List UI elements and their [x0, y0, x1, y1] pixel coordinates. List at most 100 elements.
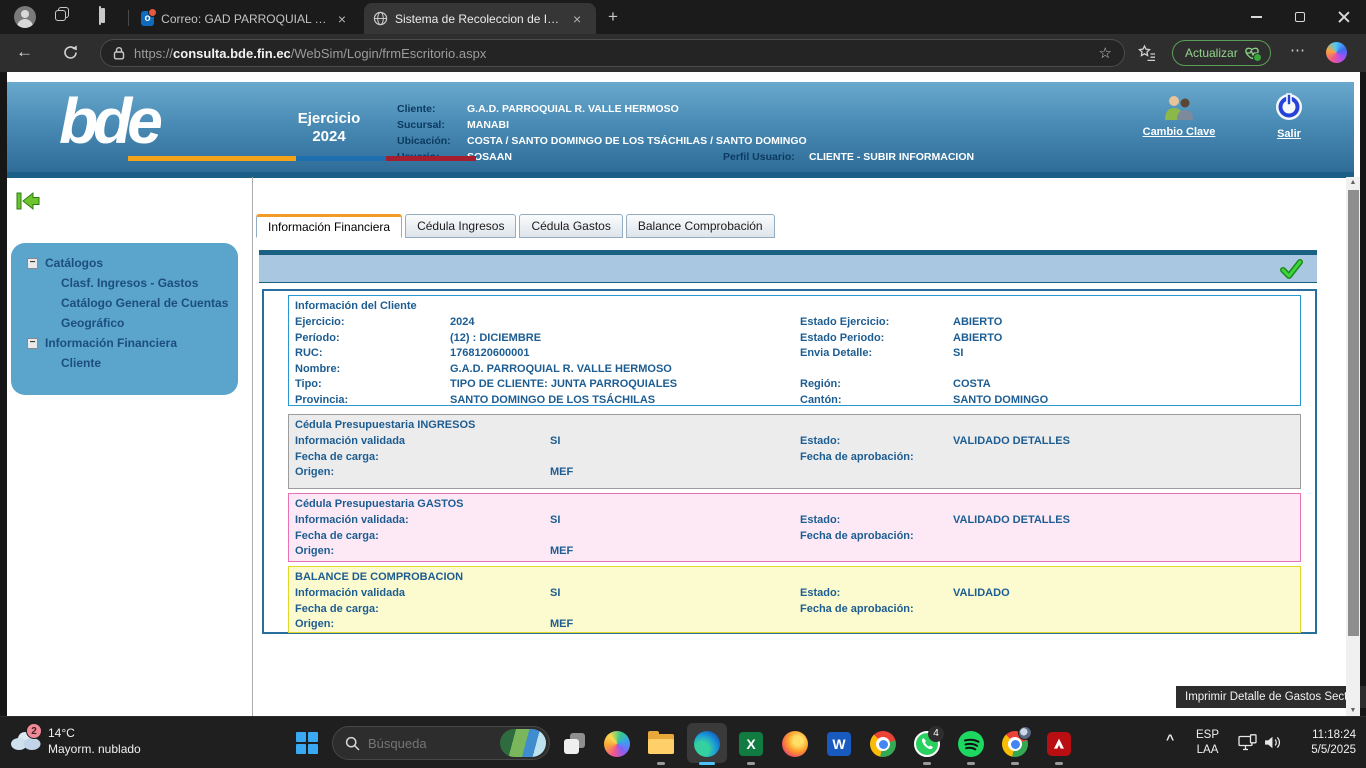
bookmark-star-icon[interactable]: ☆: [1099, 44, 1112, 62]
address-bar[interactable]: https://consulta.bde.fin.ec/WebSim/Login…: [100, 39, 1125, 67]
weather-widget[interactable]: 2 14°C Mayorm. nublado: [8, 725, 141, 757]
collapse-menu-button[interactable]: [15, 190, 41, 217]
sidebar-item-cliente[interactable]: Cliente: [11, 353, 238, 373]
sidebar-item-clasf-ingresos-gastos[interactable]: Clasf. Ingresos - Gastos: [11, 273, 238, 293]
field-ubicacion: Ubicación: COSTA / SANTO DOMINGO DE LOS …: [397, 133, 974, 149]
taskbar-search[interactable]: [332, 726, 550, 760]
minimize-button[interactable]: [1234, 0, 1278, 34]
sidebar-item-geografico[interactable]: Geográfico: [11, 313, 238, 333]
tray-date: 5/5/2025: [1311, 744, 1356, 756]
tooltip: Imprimir Detalle de Gastos Sector: [1176, 686, 1366, 708]
web-page: bde Ejercicio 2024 Cliente: G.A.D. PARRO…: [0, 72, 1366, 716]
info-row: Origen:MEF: [295, 544, 1300, 560]
client-info-panel: Información del Cliente Ejercicio:2024 E…: [288, 295, 1301, 406]
cambio-clave-link[interactable]: Cambio Clave: [1135, 94, 1223, 138]
back-button[interactable]: ←: [16, 42, 33, 62]
browser-menu-icon[interactable]: ⋯: [1290, 41, 1306, 59]
browser-tab-bar: o Correo: GAD PARROQUIAL VALLE × Sistema…: [0, 0, 1366, 34]
validation-toolbar: [259, 250, 1317, 283]
cedula-gastos-panel: Cédula Presupuestaria GASTOS Información…: [288, 493, 1301, 562]
salir-link[interactable]: Salir: [1259, 92, 1319, 140]
tab-cedula-ingresos[interactable]: Cédula Ingresos: [405, 214, 516, 238]
users-icon: [1162, 94, 1196, 120]
bde-logo: bde: [59, 84, 158, 158]
scroll-down-icon[interactable]: ▼: [1346, 707, 1360, 714]
info-row: Provincia:SANTO DOMINGO DE LOS TSÁCHILAS…: [295, 393, 1300, 409]
tab-correo[interactable]: o Correo: GAD PARROQUIAL VALLE ×: [132, 3, 358, 34]
panel-title: Cédula Presupuestaria INGRESOS: [295, 417, 1300, 434]
tab-informacion-financiera[interactable]: Información Financiera: [256, 214, 402, 238]
search-input[interactable]: [368, 736, 488, 751]
tab-close-icon[interactable]: ×: [570, 11, 584, 27]
whatsapp-badge: 4: [928, 726, 944, 742]
url-path: /WebSim/Login/frmEscritorio.aspx: [291, 46, 487, 61]
edge-active-indicator: [699, 762, 715, 765]
tab-balance-comprobacion[interactable]: Balance Comprobación: [626, 214, 775, 238]
profile-overlay-avatar: [1018, 726, 1032, 740]
actualizar-label: Actualizar: [1185, 46, 1238, 60]
tab-title: Correo: GAD PARROQUIAL VALLE: [161, 12, 328, 26]
tray-chevron-icon[interactable]: ^: [1166, 731, 1174, 747]
globe-icon: [373, 11, 388, 26]
scrollbar-thumb[interactable]: [1348, 190, 1359, 636]
sidebar-item-catalogos[interactable]: − Catálogos: [11, 253, 238, 273]
tray-clock[interactable]: 11:18:24 5/5/2025: [1292, 728, 1356, 758]
refresh-button[interactable]: [62, 44, 79, 66]
workspaces-icon[interactable]: [52, 7, 72, 27]
actualizar-button[interactable]: Actualizar: [1172, 40, 1271, 66]
browser-health-icon: [1244, 46, 1260, 60]
info-row: Información validadaSI Estado:VALIDADO D…: [295, 434, 1300, 450]
page-scrollbar[interactable]: ▲ ▼: [1346, 177, 1360, 716]
weather-badge: 2: [26, 723, 42, 739]
word-icon[interactable]: W: [824, 729, 854, 759]
close-button[interactable]: [1322, 0, 1366, 34]
whatsapp-icon[interactable]: 4: [912, 729, 942, 759]
network-icon[interactable]: [1238, 734, 1258, 756]
sidebar-item-informacion-financiera[interactable]: − Información Financiera: [11, 333, 238, 353]
info-row: Información validadaSI Estado:VALIDADO: [295, 586, 1300, 602]
field-cliente: Cliente: G.A.D. PARROQUIAL R. VALLE HERM…: [397, 101, 974, 117]
task-view-icon[interactable]: [560, 729, 590, 759]
search-highlight-image[interactable]: [500, 729, 546, 757]
tab-close-icon[interactable]: ×: [335, 11, 349, 27]
acrobat-icon[interactable]: [1044, 729, 1074, 759]
info-row: Información validada:SI Estado:VALIDADO …: [295, 513, 1300, 529]
info-row: Ejercicio:2024 Estado Ejercicio:ABIERTO: [295, 315, 1300, 331]
logo-stripes: [128, 156, 476, 161]
firefox-icon[interactable]: [780, 729, 810, 759]
tab-sistema[interactable]: Sistema de Recoleccion de Inform ×: [364, 3, 596, 34]
vertical-tabs-icon[interactable]: [96, 7, 116, 27]
chrome-profile-icon[interactable]: [1000, 729, 1030, 759]
favorites-hub-icon[interactable]: [1138, 44, 1156, 67]
tab-title: Sistema de Recoleccion de Inform: [395, 12, 563, 26]
volume-icon[interactable]: [1264, 735, 1283, 755]
maximize-button[interactable]: [1278, 0, 1322, 34]
panel-title: BALANCE DE COMPROBACION: [295, 569, 1300, 586]
start-button[interactable]: [296, 732, 318, 754]
validated-check-icon: [1279, 258, 1303, 285]
info-row: Nombre:G.A.D. PARROQUIAL R. VALLE HERMOS…: [295, 362, 1300, 378]
copilot-taskbar-icon[interactable]: [602, 729, 632, 759]
info-row: Fecha de carga: Fecha de aprobación:: [295, 450, 1300, 466]
tray-time: 11:18:24: [1312, 729, 1356, 741]
ejercicio-label: Ejercicio 2024: [289, 110, 369, 146]
copilot-icon[interactable]: [1326, 42, 1347, 63]
excel-icon[interactable]: X: [736, 729, 766, 759]
tab-cedula-gastos[interactable]: Cédula Gastos: [519, 214, 622, 238]
scroll-up-icon[interactable]: ▲: [1346, 179, 1360, 186]
lock-icon: [113, 46, 125, 60]
collapse-node-icon[interactable]: −: [27, 258, 38, 269]
chrome-icon[interactable]: [868, 729, 898, 759]
search-icon: [345, 736, 360, 751]
profile-avatar-icon[interactable]: [14, 6, 36, 28]
sidebar-item-catalogo-general[interactable]: Catálogo General de Cuentas: [11, 293, 238, 313]
edge-icon[interactable]: [692, 729, 722, 759]
spotify-icon[interactable]: [956, 729, 986, 759]
power-icon: [1274, 92, 1304, 122]
language-indicator[interactable]: ESP LAA: [1196, 728, 1219, 758]
info-row: Fecha de carga: Fecha de aprobación:: [295, 602, 1300, 618]
new-tab-button[interactable]: +: [601, 7, 625, 27]
collapse-node-icon[interactable]: −: [27, 338, 38, 349]
page-tabs: Información Financiera Cédula Ingresos C…: [256, 214, 775, 238]
file-explorer-icon[interactable]: [646, 729, 676, 759]
